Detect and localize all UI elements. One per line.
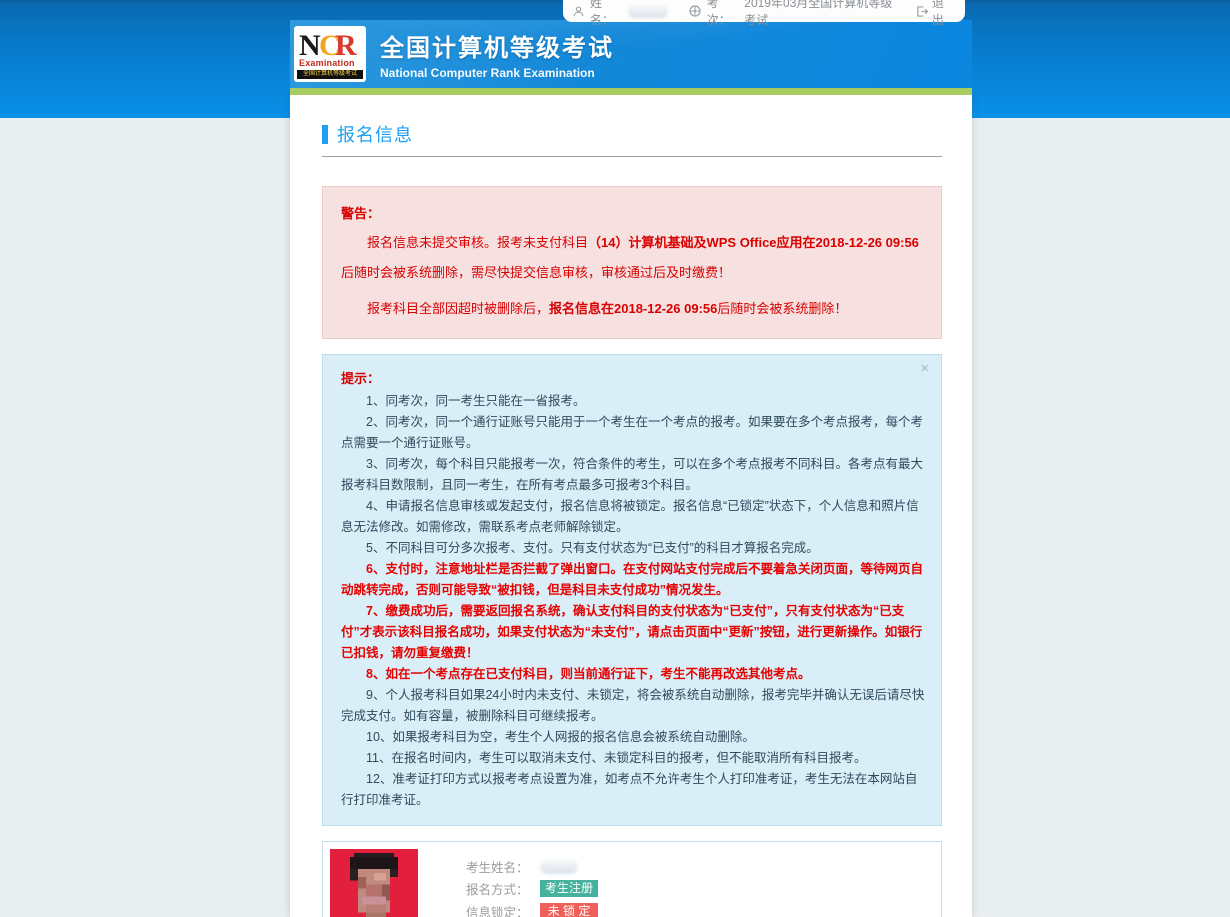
title-divider	[322, 156, 942, 157]
field-registration-mode: 报名方式： 考生注册	[466, 878, 598, 901]
candidate-photo	[330, 849, 418, 917]
tip-item-7: 7、缴费成功后，需要返回报名系统，确认支付科目的支付状态为“已支付”，只有支付状…	[341, 601, 925, 664]
logo-letter-r: R	[335, 29, 357, 63]
warning-paragraph-1: 报名信息未提交审核。报考未支付科目（14）计算机基础及WPS Office应用在…	[341, 228, 923, 288]
tips-title: 提示：	[341, 368, 925, 387]
logout-button[interactable]: 退出	[916, 0, 951, 28]
name-value-redacted	[540, 859, 578, 874]
registration-mode-label: 报名方式：	[466, 879, 540, 898]
session-value: 2019年03月全国计算机等级考试	[744, 0, 895, 28]
name-label: 考生姓名：	[466, 857, 540, 876]
ncre-logo-letters: C R N	[297, 29, 363, 59]
info-lock-badge: 未 锁 定	[540, 903, 598, 917]
warning-p2-text: 报考科目全部因超时被删除后，	[367, 301, 549, 316]
tip-item-12: 12、准考证打印方式以报考考点设置为准，如考点不允许考生个人打印准考证，考生无法…	[341, 769, 925, 811]
tip-item-10: 10、如果报考科目为空，考生个人网报的报名信息会被系统自动删除。	[341, 727, 925, 748]
close-icon[interactable]: ×	[920, 361, 929, 376]
user-info-bar: 姓名： 考次： 2019年03月全国计算机等级考试 退出	[563, 0, 965, 22]
tip-item-4: 4、申请报名信息审核或发起支付，报名信息将被锁定。报名信息“已锁定”状态下，个人…	[341, 496, 925, 538]
tip-item-9: 9、个人报考科目如果24小时内未支付、未锁定，将会被系统自动删除，报考完毕并确认…	[341, 685, 925, 727]
tip-item-2: 2、同考次，同一个通行证账号只能用于一个考生在一个考点的报考。如果要在多个考点报…	[341, 412, 925, 454]
tip-item-6: 6、支付时，注意地址栏是否拦截了弹出窗口。在支付网站支付完成后不要着急关闭页面，…	[341, 559, 925, 601]
candidate-fields: 考生姓名： 报名方式： 考生注册 信息锁定： 未 锁 定 审核状态： 未 提 交…	[466, 849, 598, 917]
site-subtitle: National Computer Rank Examination	[380, 66, 614, 80]
tip-item-5: 5、不同科目可分多次报考、支付。只有支付状态为“已支付”的科目才算报名完成。	[341, 538, 925, 559]
logo-letter-n: N	[299, 29, 321, 63]
warning-title: 警告：	[341, 203, 923, 222]
user-icon	[573, 6, 584, 17]
warning-p1-bold: （14）计算机基础及WPS Office应用在2018-12-26 09:56	[588, 235, 919, 250]
warning-box: 警告： 报名信息未提交审核。报考未支付科目（14）计算机基础及WPS Offic…	[322, 186, 942, 339]
warning-paragraph-2: 报考科目全部因超时被删除后，报名信息在2018-12-26 09:56后随时会被…	[341, 294, 923, 324]
registration-mode-badge: 考生注册	[540, 880, 598, 897]
user-name-label: 姓名：	[590, 0, 622, 28]
page-title-row: 报名信息	[322, 121, 942, 147]
user-name-redacted	[628, 4, 668, 18]
session-icon	[689, 5, 701, 17]
site-title: 全国计算机等级考试	[380, 28, 614, 63]
page-title: 报名信息	[337, 121, 413, 147]
tip-item-11: 11、在报名时间内，考生可以取消未支付、未锁定科目的报考，但不能取消所有科目报考…	[341, 748, 925, 769]
tip-item-8: 8、如在一个考点存在已支付科目，则当前通行证下，考生不能再改选其他考点。	[341, 664, 925, 685]
warning-p2-text2: 后随时会被系统删除！	[717, 301, 847, 316]
ncre-logo: C R N Examination 全国计算机等级考试	[294, 26, 366, 82]
site-banner: C R N Examination 全国计算机等级考试 全国计算机等级考试 Na…	[290, 20, 972, 88]
tip-item-3: 3、同考次，每个科目只能报考一次，符合条件的考生，可以在多个考点报考不同科目。各…	[341, 454, 925, 496]
warning-p1-text: 报名信息未提交审核。报考未支付科目	[367, 235, 588, 250]
tip-item-1: 1、同考次，同一考生只能在一省报考。	[341, 391, 925, 412]
session-label: 考次：	[707, 0, 739, 28]
logout-icon	[916, 6, 928, 17]
ncre-registration-page: 姓名： 考次： 2019年03月全国计算机等级考试 退出 C R N Exami…	[0, 0, 1230, 917]
field-name: 考生姓名：	[466, 855, 598, 878]
content-column: 报名信息 警告： 报名信息未提交审核。报考未支付科目（14）计算机基础及WPS …	[290, 95, 972, 917]
logout-label: 退出	[932, 0, 951, 28]
tips-box: × 提示： 1、同考次，同一考生只能在一省报考。 2、同考次，同一个通行证账号只…	[322, 354, 942, 826]
info-lock-label: 信息锁定：	[466, 902, 540, 917]
logo-caption: 全国计算机等级考试	[297, 70, 363, 79]
green-divider-strip	[290, 88, 972, 95]
warning-p2-bold: 报名信息在2018-12-26 09:56	[549, 301, 717, 316]
candidate-info-box: 考生姓名： 报名方式： 考生注册 信息锁定： 未 锁 定 审核状态： 未 提 交…	[322, 841, 942, 917]
field-info-lock: 信息锁定： 未 锁 定	[466, 900, 598, 917]
warning-p1-text2: 后随时会被系统删除，需尽快提交信息审核，审核通过后及时缴费！	[341, 265, 731, 280]
title-marker	[322, 125, 328, 144]
